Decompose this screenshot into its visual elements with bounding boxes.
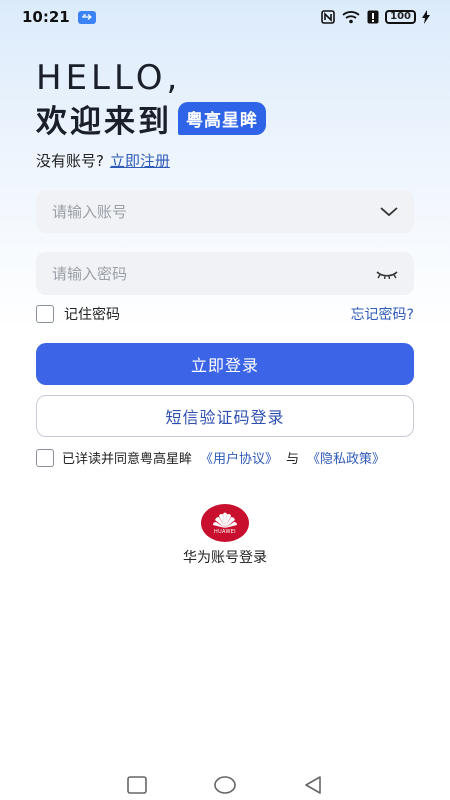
- remember-label: 记住密码: [64, 307, 120, 323]
- battery-icon: 100: [385, 10, 416, 24]
- status-time: 10:21: [22, 8, 70, 26]
- huawei-logo-icon[interactable]: HUAWEI: [201, 504, 249, 542]
- huawei-logo-text: HUAWEI: [214, 529, 236, 535]
- status-left: 10:21: [22, 8, 96, 26]
- brand-badge: 粤高星眸: [178, 102, 266, 135]
- remember-password[interactable]: 记住密码: [36, 304, 120, 324]
- sms-login-button[interactable]: 短信验证码登录: [36, 395, 414, 437]
- welcome-heading: 欢迎来到: [36, 104, 172, 140]
- battery-level: 100: [390, 11, 411, 22]
- status-bar: 10:21 100: [0, 0, 450, 34]
- forgot-password-link[interactable]: 忘记密码?: [351, 304, 414, 324]
- back-icon[interactable]: [302, 774, 324, 796]
- wifi-icon: [341, 10, 361, 24]
- agreement-and: 与: [286, 452, 300, 467]
- remember-checkbox[interactable]: [36, 305, 54, 323]
- register-link[interactable]: 立即注册: [110, 150, 170, 171]
- agreement-prefix: 已详读并同意粤高星眸: [62, 452, 193, 467]
- password-input[interactable]: [52, 264, 352, 283]
- login-button[interactable]: 立即登录: [36, 343, 414, 385]
- nfc-icon: [321, 10, 335, 24]
- status-right: 100: [321, 10, 430, 24]
- password-field[interactable]: [36, 252, 414, 295]
- username-field[interactable]: [36, 190, 414, 233]
- huawei-login-label[interactable]: 华为账号登录: [0, 547, 450, 567]
- register-row: 没有账号? 立即注册: [36, 150, 170, 171]
- recent-apps-icon[interactable]: [126, 774, 148, 796]
- options-row: 记住密码 忘记密码?: [36, 304, 414, 324]
- user-agreement-link[interactable]: 《用户协议》: [200, 448, 278, 467]
- nav-bar: [0, 770, 450, 800]
- usb-icon: [77, 10, 96, 24]
- hello-heading: HELLO,: [36, 58, 182, 98]
- home-icon[interactable]: [214, 774, 236, 796]
- agreement-checkbox[interactable]: [36, 448, 54, 467]
- eye-closed-icon[interactable]: [376, 264, 398, 283]
- chevron-down-icon[interactable]: [380, 202, 398, 221]
- agreement-row: 已详读并同意粤高星眸 《用户协议》 与 《隐私政策》: [36, 448, 385, 467]
- register-prompt: 没有账号?: [36, 152, 104, 170]
- privacy-policy-link[interactable]: 《隐私政策》: [307, 448, 385, 467]
- welcome-row: 欢迎来到 粤高星眸: [36, 96, 266, 141]
- alert-icon: [367, 10, 379, 24]
- charging-icon: [422, 10, 430, 24]
- username-input[interactable]: [52, 202, 352, 221]
